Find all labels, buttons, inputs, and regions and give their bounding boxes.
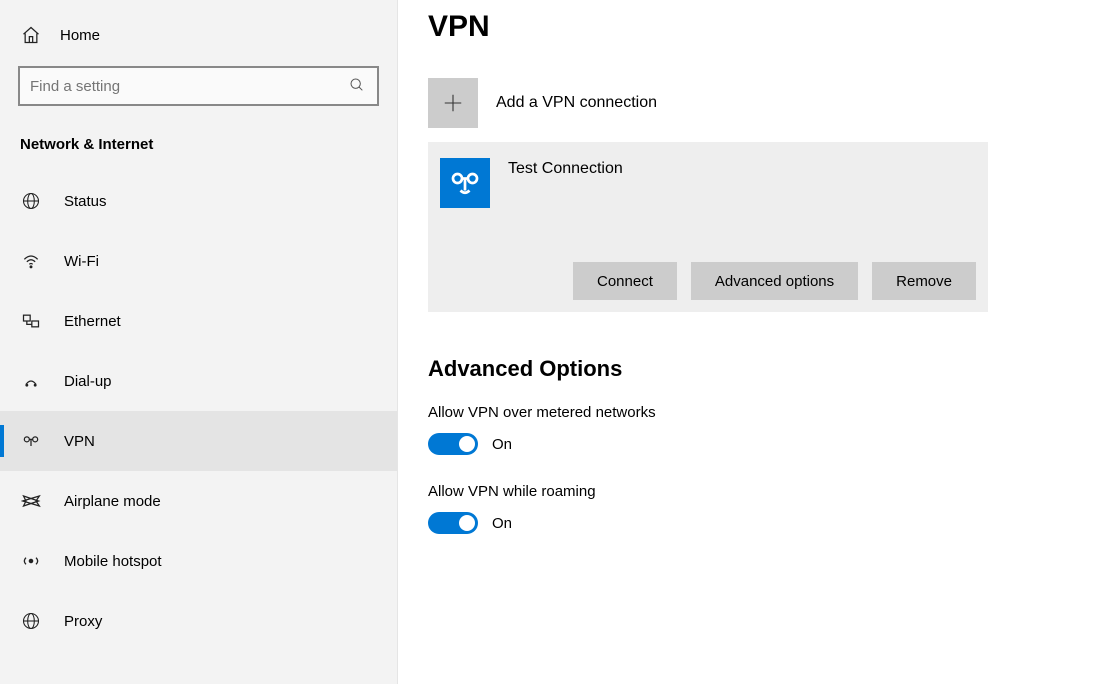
airplane-icon xyxy=(20,490,42,512)
sidebar-item-label: Airplane mode xyxy=(64,493,161,510)
sidebar-item-label: Mobile hotspot xyxy=(64,553,162,570)
sidebar-item-label: Proxy xyxy=(64,613,102,630)
search-box[interactable] xyxy=(18,66,379,106)
vpn-connection-name: Test Connection xyxy=(508,158,623,178)
add-vpn-button[interactable]: Add a VPN connection xyxy=(428,78,1064,128)
vpn-connection-icon xyxy=(440,158,490,208)
toggle-roaming-state: On xyxy=(492,515,512,532)
globe-icon xyxy=(20,190,42,212)
toggle-metered-state: On xyxy=(492,436,512,453)
toggle-metered[interactable] xyxy=(428,433,478,455)
plus-icon xyxy=(428,78,478,128)
toggle-metered-label: Allow VPN over metered networks xyxy=(428,404,1064,421)
wifi-icon xyxy=(20,250,42,272)
advanced-section-title: Advanced Options xyxy=(428,356,1064,382)
nav-list: Status Wi-Fi Ethernet D xyxy=(0,171,397,651)
search-icon xyxy=(349,77,367,95)
sidebar: Home Network & Internet Status xyxy=(0,0,398,684)
home-label: Home xyxy=(60,27,100,44)
remove-button[interactable]: Remove xyxy=(872,262,976,300)
vpn-icon xyxy=(20,430,42,452)
dialup-icon xyxy=(20,370,42,392)
home-button[interactable]: Home xyxy=(0,14,397,60)
sidebar-item-dialup[interactable]: Dial-up xyxy=(0,351,397,411)
toggle-roaming[interactable] xyxy=(428,512,478,534)
sidebar-item-airplane[interactable]: Airplane mode xyxy=(0,471,397,531)
sidebar-item-hotspot[interactable]: Mobile hotspot xyxy=(0,531,397,591)
hotspot-icon xyxy=(20,550,42,572)
sidebar-item-label: Ethernet xyxy=(64,313,121,330)
vpn-connection-card[interactable]: Test Connection Connect Advanced options… xyxy=(428,142,988,312)
sidebar-item-proxy[interactable]: Proxy xyxy=(0,591,397,651)
sidebar-item-ethernet[interactable]: Ethernet xyxy=(0,291,397,351)
sidebar-item-vpn[interactable]: VPN xyxy=(0,411,397,471)
main-content: VPN Add a VPN connection Test Connection… xyxy=(398,0,1094,684)
sidebar-item-status[interactable]: Status xyxy=(0,171,397,231)
search-input[interactable] xyxy=(30,78,349,95)
ethernet-icon xyxy=(20,310,42,332)
sidebar-item-label: VPN xyxy=(64,433,95,450)
category-title: Network & Internet xyxy=(0,124,397,171)
add-vpn-label: Add a VPN connection xyxy=(496,94,657,112)
home-icon xyxy=(20,24,42,46)
sidebar-item-label: Status xyxy=(64,193,107,210)
sidebar-item-label: Wi-Fi xyxy=(64,253,99,270)
proxy-icon xyxy=(20,610,42,632)
page-title: VPN xyxy=(428,10,1064,44)
sidebar-item-wifi[interactable]: Wi-Fi xyxy=(0,231,397,291)
advanced-options-button[interactable]: Advanced options xyxy=(691,262,858,300)
connect-button[interactable]: Connect xyxy=(573,262,677,300)
toggle-roaming-label: Allow VPN while roaming xyxy=(428,483,1064,500)
sidebar-item-label: Dial-up xyxy=(64,373,112,390)
